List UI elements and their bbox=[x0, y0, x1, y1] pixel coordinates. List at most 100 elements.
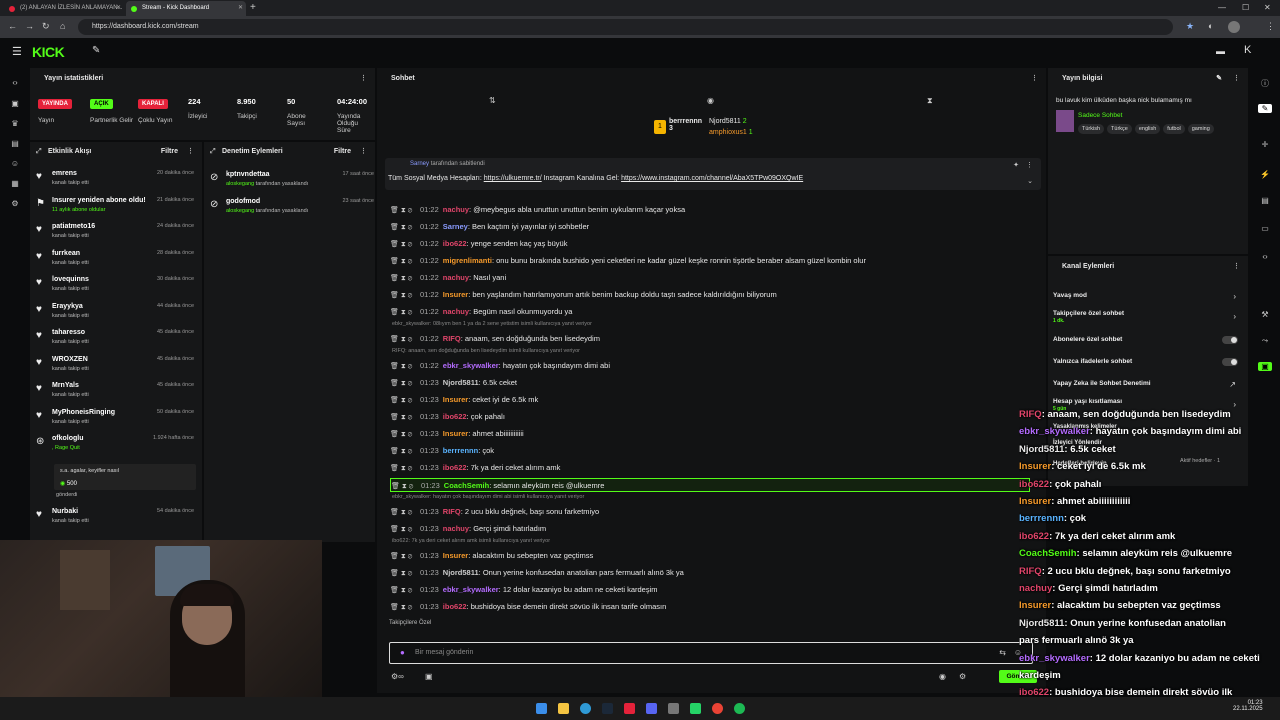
tag-chip[interactable]: Türkçe bbox=[1107, 124, 1132, 134]
activity-item[interactable]: ♥ Erayykya kanalı takip etti 44 dakika önce bbox=[30, 301, 200, 327]
tag-chip[interactable]: gaming bbox=[1187, 124, 1214, 134]
url-field[interactable]: https://dashboard.kick.com/stream bbox=[78, 19, 1173, 35]
home-icon[interactable]: ⌂ bbox=[60, 21, 65, 31]
moderation-icons[interactable]: 🗑 ⧗ ⊘ bbox=[390, 601, 420, 614]
plugin-icon[interactable]: ▣ bbox=[1258, 362, 1272, 371]
chat-message[interactable]: 🗑 ⧗ ⊘ 01:23 Njord5811: 6.5k ceket bbox=[390, 376, 1030, 390]
moderation-icons[interactable]: 🗑 ⧗ ⊘ bbox=[390, 550, 420, 563]
minimize-icon[interactable]: — bbox=[1218, 3, 1226, 12]
moderation-icons[interactable]: 🗑 ⧗ ⊘ bbox=[390, 445, 420, 458]
pin-icon[interactable]: ✦ bbox=[1013, 161, 1019, 169]
activity-item[interactable]: ♥ MyPhoneisRinging kanalı takip etti 50 dak… bbox=[30, 407, 200, 433]
dashboard-icon[interactable]: ▣ bbox=[8, 99, 22, 108]
stream-icon[interactable]: ▤ bbox=[8, 139, 22, 148]
chat-bubble-icon[interactable]: ◉ bbox=[939, 672, 946, 681]
chat-username[interactable]: berrrennn bbox=[443, 446, 478, 455]
chat-username[interactable]: Insurer bbox=[443, 551, 468, 560]
more-icon[interactable]: ⋮ bbox=[1233, 68, 1240, 90]
browser-tab-kick[interactable]: Stream - Kick Dashboard ✕ bbox=[126, 1, 246, 16]
chat-username[interactable]: Njord5811 bbox=[443, 378, 479, 387]
moderation-item[interactable]: ⊘ godofmod aloskegang tarafından yasakland… bbox=[204, 196, 374, 222]
moderation-icons[interactable]: 🗑 ⧗ ⊘ bbox=[390, 238, 420, 251]
tag-chip[interactable]: futbol bbox=[1163, 124, 1185, 134]
lightning-icon[interactable]: ⚡ bbox=[1258, 170, 1272, 179]
analytics-icon[interactable]: ▦ bbox=[8, 179, 22, 188]
chat-message[interactable]: 🗑 ⧗ ⊘ 01:22 ibo622: yenge senden kaç yaş b… bbox=[390, 237, 1030, 251]
layout-icon[interactable]: ▬ bbox=[1216, 46, 1225, 56]
channel-action-item[interactable]: Takipçilere özel sohbet 1 dk. › bbox=[1048, 310, 1248, 326]
gift-icon[interactable]: ▣ bbox=[425, 672, 433, 681]
wrench-icon[interactable]: ⚒ bbox=[1258, 310, 1272, 319]
chat-username[interactable]: nachuy bbox=[443, 307, 469, 316]
filter-button[interactable]: Filtre bbox=[334, 142, 351, 162]
more-icon[interactable]: ⋮ bbox=[360, 68, 367, 90]
edit-icon[interactable]: ✎ bbox=[1258, 104, 1272, 113]
chat-username[interactable]: Insurer bbox=[443, 290, 468, 299]
microphone-icon[interactable]: ● bbox=[400, 648, 405, 657]
info-icon[interactable]: ⓘ bbox=[1258, 78, 1272, 89]
moderation-icons[interactable]: 🗑 ⧗ ⊘ bbox=[390, 333, 420, 346]
trophy-icon[interactable]: ♛ bbox=[8, 119, 22, 128]
hourglass-icon[interactable]: ⧗ bbox=[927, 96, 933, 106]
edge-icon[interactable] bbox=[580, 703, 591, 714]
toggle-switch[interactable] bbox=[1222, 336, 1238, 344]
moderation-icons[interactable]: 🗑 ⧗ ⊘ bbox=[390, 394, 420, 407]
new-tab-button[interactable]: + bbox=[250, 2, 256, 13]
chat-message[interactable]: 🗑 ⧗ ⊘ 01:22 nachuy: Nasıl yani bbox=[390, 271, 1030, 285]
moderation-icons[interactable]: 🗑 ⧗ ⊘ bbox=[390, 306, 420, 319]
chat-username[interactable]: Insurer bbox=[443, 429, 468, 438]
close-window-icon[interactable]: ✕ bbox=[1264, 3, 1271, 12]
chat-username[interactable]: migrenlimanti bbox=[443, 256, 492, 265]
chat-message[interactable]: 🗑 ⧗ ⊘ 01:22 nachuy: Begüm nasıl okunmuyord… bbox=[390, 305, 1030, 319]
moderation-icons[interactable]: 🗑 ⧗ ⊘ bbox=[390, 567, 420, 580]
moderation-icons[interactable]: 🗑 ⧗ ⊘ bbox=[390, 255, 420, 268]
more-icon[interactable]: ⋮ bbox=[1233, 256, 1240, 278]
chat-username[interactable]: ebkr_skywalker bbox=[443, 585, 499, 594]
activity-item[interactable]: ♥ Nurbaki kanalı takip etti 54 dakika önce bbox=[30, 506, 200, 532]
moderation-icons[interactable]: 🗑 ⧗ ⊘ bbox=[390, 221, 420, 234]
moderation-icons[interactable]: 🗑 ⧗ ⊘ bbox=[390, 272, 420, 285]
close-tab-icon[interactable]: ✕ bbox=[238, 1, 243, 16]
chat-message[interactable]: 🗑 ⧗ ⊘ 01:23 ibo622: 7k ya deri ceket alırı… bbox=[390, 461, 1030, 475]
moderation-icons[interactable]: 🗑 ⧗ ⊘ bbox=[390, 428, 420, 441]
activity-item[interactable]: ♥ emrens kanalı takip etti 20 dakika önce bbox=[30, 168, 200, 194]
activity-item[interactable]: ♥ patiatmeto16 kanalı takip etti 24 dakika … bbox=[30, 221, 200, 247]
moderation-icons[interactable]: 🗑 ⧗ ⊘ bbox=[390, 584, 420, 597]
chat-message[interactable]: 🗑 ⧗ ⊘ 01:23 RIFQ: 2 ucu bklu değnek, başı … bbox=[390, 505, 1030, 519]
chevron-down-icon[interactable]: ⌄ bbox=[1027, 177, 1033, 185]
chat-username[interactable]: CoachSemih bbox=[444, 481, 489, 490]
moderation-item[interactable]: ⊘ kptnvndettaa aloskegang tarafından yasak… bbox=[204, 169, 374, 195]
moderation-icons[interactable]: 🗑 ⧗ ⊘ bbox=[390, 523, 420, 536]
more-icon[interactable]: ⋮ bbox=[1031, 68, 1038, 90]
bookmark-star-icon[interactable]: ★ bbox=[1186, 21, 1194, 32]
expand-icon[interactable]: ⤢ bbox=[210, 142, 216, 162]
activity-item[interactable]: ♥ furrkean kanalı takip etti 28 dakika önce bbox=[30, 248, 200, 274]
activity-item[interactable]: ♥ lovequinns kanalı takip etti 30 dakika ön… bbox=[30, 274, 200, 300]
discord-icon[interactable] bbox=[646, 703, 657, 714]
chat-username[interactable]: nachuy bbox=[443, 524, 469, 533]
activity-item[interactable]: ♥ taharesso kanalı takip etti 45 dakika önc… bbox=[30, 327, 200, 353]
whatsapp-icon[interactable] bbox=[690, 703, 701, 714]
document-icon[interactable]: ▤ bbox=[1258, 196, 1272, 205]
chat-icon[interactable]: ▭ bbox=[1258, 224, 1272, 233]
pinned-link[interactable]: https://www.instagram.com/channel/AbaX5T… bbox=[621, 175, 803, 182]
app-icon[interactable] bbox=[668, 703, 679, 714]
browser-menu-icon[interactable]: ⋮ bbox=[1266, 21, 1275, 32]
chat-bubble-icon[interactable]: ◉ bbox=[707, 96, 714, 105]
chat-message[interactable]: 🗑 ⧗ ⊘ 01:23 ebkr_skywalker: 12 dolar kazan… bbox=[390, 583, 1030, 597]
pinned-link[interactable]: https://ulkuemre.tr/ bbox=[484, 175, 542, 182]
chat-username[interactable]: ibo622 bbox=[443, 412, 467, 421]
moderation-icons[interactable]: 🗑 ⧗ ⊘ bbox=[391, 480, 421, 491]
browser-tab-youtube[interactable]: (2) ANLAYAN İZLESİN ANLAMAYAN... ✕ bbox=[4, 1, 124, 16]
channel-action-item[interactable]: Yalnızca ifadelerle sohbet bbox=[1048, 358, 1248, 374]
kick-logo[interactable]: KICK bbox=[32, 44, 65, 60]
extensions-icon[interactable]: ◐ bbox=[1208, 21, 1213, 31]
chat-message[interactable]: 🗑 ⧗ ⊘ 01:22 RIFQ: anaam, sen doğduğunda be… bbox=[390, 332, 1030, 346]
toggle-switch[interactable] bbox=[1222, 358, 1238, 366]
chat-username[interactable]: RIFQ bbox=[443, 334, 461, 343]
app-icon[interactable] bbox=[624, 703, 635, 714]
chat-message[interactable]: 🗑 ⧗ ⊘ 01:23 Insurer: ahmet abiiiiiiiiiiii bbox=[390, 427, 1030, 441]
chat-message[interactable]: 🗑 ⧗ ⊘ 01:23 berrrennn: çok bbox=[390, 444, 1030, 458]
code-icon[interactable]: ‹› bbox=[1258, 252, 1272, 261]
moderation-icons[interactable]: 🗑 ⧗ ⊘ bbox=[390, 377, 420, 390]
